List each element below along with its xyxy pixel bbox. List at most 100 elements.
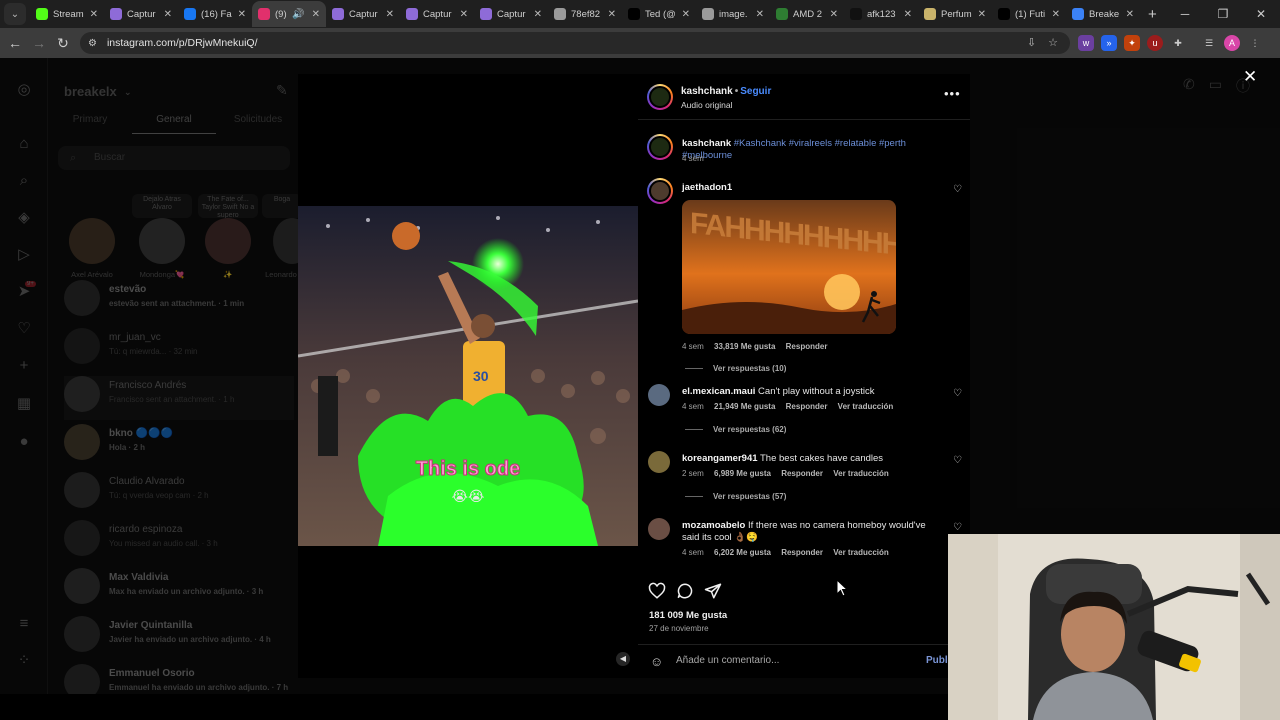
close-tab-icon[interactable]: ✕ (164, 9, 172, 20)
commenter-avatar[interactable] (648, 518, 670, 540)
commenter-avatar[interactable] (647, 178, 673, 204)
translate-button[interactable]: Ver traducción (833, 548, 889, 557)
follow-button[interactable]: Seguir (740, 86, 771, 97)
browser-tab[interactable]: 78ef82 ✕ (548, 1, 622, 27)
close-tab-icon[interactable]: ✕ (238, 9, 246, 20)
comment-likes[interactable]: 6,989 Me gusta (714, 469, 771, 478)
publish-button[interactable]: Publi (926, 655, 950, 666)
address-bar[interactable]: ⚙ instagram.com/p/DRjwMnekuiQ/ ⇩ ☆ (80, 32, 1070, 54)
bookmark-star-icon[interactable]: ☆ (1048, 32, 1058, 54)
puzzle-icon[interactable]: ✚ (1170, 35, 1186, 51)
close-tab-icon[interactable]: ✕ (1052, 9, 1060, 20)
translate-button[interactable]: Ver traducción (838, 402, 894, 411)
comment-text: The best cakes have candles (760, 453, 884, 464)
browser-tab[interactable]: Stream ✕ (30, 1, 104, 27)
browser-tab[interactable]: afk123 ✕ (844, 1, 918, 27)
share-send-icon[interactable] (704, 582, 722, 600)
close-tab-icon[interactable]: ✕ (90, 9, 98, 20)
caption-username[interactable]: kashchank (682, 138, 731, 149)
extension-icon[interactable]: w (1078, 35, 1094, 51)
breakex-icon (1072, 8, 1084, 20)
minimize-button[interactable]: ─ (1166, 0, 1204, 28)
reload-button[interactable]: ↻ (51, 35, 75, 52)
comment-likes[interactable]: 33,819 Me gusta (714, 342, 775, 351)
like-comment-icon[interactable]: ♡ (953, 388, 962, 399)
reading-list-icon[interactable]: ☰ (1201, 35, 1217, 51)
emoji-icon[interactable]: ☺ (650, 654, 663, 669)
commenter-avatar[interactable] (648, 451, 670, 473)
commenter-avatar[interactable] (648, 384, 670, 406)
author-username[interactable]: kashchank (681, 86, 733, 97)
back-button[interactable]: ← (3, 35, 27, 51)
close-tab-icon[interactable]: ✕ (830, 9, 838, 20)
profile-avatar[interactable]: A (1224, 35, 1240, 51)
close-tab-icon[interactable]: ✕ (460, 9, 468, 20)
like-comment-icon[interactable]: ♡ (953, 522, 962, 533)
install-app-icon[interactable]: ⇩ (1027, 32, 1036, 54)
author-avatar[interactable] (647, 84, 673, 110)
extension-icon[interactable]: » (1101, 35, 1117, 51)
reply-button[interactable]: Responder (781, 469, 823, 478)
browser-tab[interactable]: Captur ✕ (474, 1, 548, 27)
comment-username[interactable]: el.mexican.maui (682, 386, 755, 397)
comment-likes[interactable]: 21,949 Me gusta (714, 402, 775, 411)
close-tab-icon[interactable]: ✕ (904, 9, 912, 20)
author-avatar[interactable] (647, 134, 673, 160)
maximize-button[interactable]: ❐ (1204, 0, 1242, 28)
translate-button[interactable]: Ver traducción (833, 469, 889, 478)
browser-tab[interactable]: (16) Fa ✕ (178, 1, 252, 27)
mute-toggle-icon[interactable]: ◀ (616, 652, 630, 666)
reply-button[interactable]: Responder (786, 402, 828, 411)
speaker-icon[interactable]: 🔊 (292, 9, 304, 20)
view-replies-button[interactable]: Ver respuestas (10) (685, 364, 786, 373)
comment-bubble-icon[interactable] (676, 582, 694, 600)
comment-username[interactable]: mozamoabelo (682, 520, 745, 531)
close-tab-icon[interactable]: ✕ (386, 9, 394, 20)
close-tab-icon[interactable]: ✕ (756, 9, 764, 20)
reply-button[interactable]: Responder (781, 548, 823, 557)
browser-menu-icon[interactable]: ⋮ (1247, 35, 1263, 51)
close-tab-icon[interactable]: ✕ (312, 9, 320, 20)
close-tab-icon[interactable]: ✕ (534, 9, 542, 20)
browser-tab[interactable]: Captur ✕ (104, 1, 178, 27)
browser-tab[interactable]: (9) 🔊 ✕ (252, 1, 326, 27)
like-heart-icon[interactable] (648, 582, 666, 600)
browser-tab[interactable]: image. ✕ (696, 1, 770, 27)
comment-likes[interactable]: 6,202 Me gusta (714, 548, 771, 557)
view-replies-button[interactable]: Ver respuestas (62) (685, 425, 786, 434)
browser-tab[interactable]: Captur ✕ (400, 1, 474, 27)
browser-tab[interactable]: Perfum ✕ (918, 1, 992, 27)
more-options-icon[interactable]: ••• (944, 86, 961, 101)
like-comment-icon[interactable]: ♡ (953, 455, 962, 466)
close-tab-icon[interactable]: ✕ (682, 9, 690, 20)
close-tab-icon[interactable]: ✕ (608, 9, 616, 20)
close-window-button[interactable]: ✕ (1242, 0, 1280, 28)
perfume-icon (924, 8, 936, 20)
reel-video[interactable]: 30 This is ode 😭😭 (298, 206, 638, 546)
comment-input[interactable]: Añade un comentario... (676, 655, 779, 666)
new-tab-button[interactable]: + (1148, 6, 1157, 23)
comment-username[interactable]: koreangamer941 (682, 453, 758, 464)
like-comment-icon[interactable]: ♡ (953, 184, 962, 195)
browser-tab[interactable]: (1) Futi ✕ (992, 1, 1066, 27)
view-replies-button[interactable]: Ver respuestas (57) (685, 492, 786, 501)
extension-icon[interactable]: ✦ (1124, 35, 1140, 51)
close-modal-icon[interactable]: ✕ (1243, 67, 1257, 87)
video-caption: This is ode (415, 458, 521, 481)
comment-gif[interactable]: FAHHHHHHHHH (682, 200, 896, 334)
site-info-icon[interactable]: ⚙ (88, 38, 97, 49)
close-tab-icon[interactable]: ✕ (978, 9, 986, 20)
close-tab-icon[interactable]: ✕ (1126, 9, 1134, 20)
browser-tab[interactable]: Ted (@ ✕ (622, 1, 696, 27)
browser-tab[interactable]: AMD 2 ✕ (770, 1, 844, 27)
browser-tab[interactable]: Captur ✕ (326, 1, 400, 27)
ublock-icon[interactable]: u (1147, 35, 1163, 51)
pen-icon (332, 8, 344, 20)
likes-count[interactable]: 181 009 Me gusta (649, 610, 727, 621)
audio-link[interactable]: Audio original (681, 100, 733, 110)
forward-button[interactable]: → (27, 35, 51, 51)
tab-search-button[interactable]: ⌄ (4, 3, 26, 25)
browser-tab[interactable]: Breake ✕ (1066, 1, 1140, 27)
reply-button[interactable]: Responder (786, 342, 828, 351)
comment-username[interactable]: jaethadon1 (682, 182, 732, 193)
